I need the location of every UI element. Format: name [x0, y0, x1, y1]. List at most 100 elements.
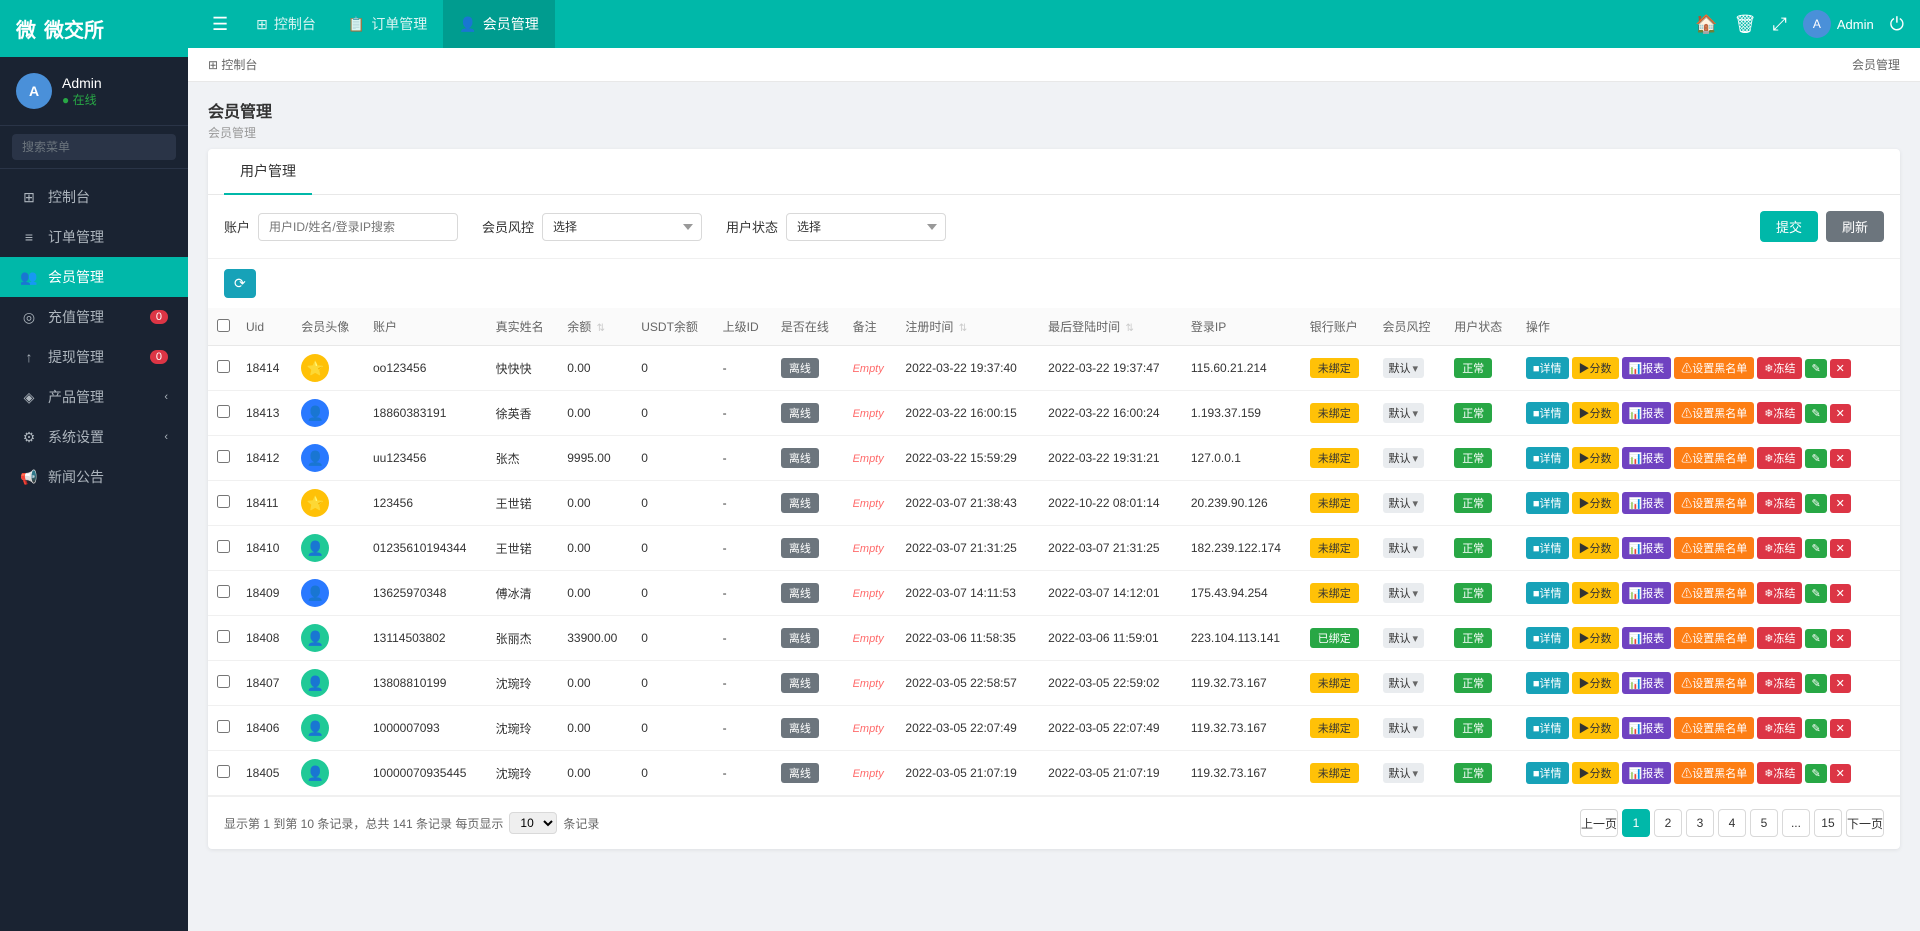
blacklist-button[interactable]: ⚠设置黑名单: [1674, 762, 1754, 784]
level-select[interactable]: 默认 ▾: [1383, 403, 1425, 423]
sidebar-item-orders[interactable]: ≡ 订单管理: [0, 217, 188, 257]
level-select[interactable]: 默认 ▾: [1383, 763, 1425, 783]
level-select[interactable]: 默认 ▾: [1383, 673, 1425, 693]
detail-button[interactable]: ■详情: [1526, 627, 1569, 649]
score-button[interactable]: ▶分数: [1572, 627, 1619, 649]
edit-button[interactable]: ✎: [1805, 584, 1826, 603]
report-button[interactable]: 📊报表: [1622, 762, 1672, 784]
page-size-select[interactable]: 10 20 50: [509, 812, 557, 834]
sync-button[interactable]: ⟳: [224, 269, 256, 298]
blacklist-button[interactable]: ⚠设置黑名单: [1674, 717, 1754, 739]
row-checkbox[interactable]: [217, 405, 230, 418]
blacklist-button[interactable]: ⚠设置黑名单: [1674, 492, 1754, 514]
edit-button[interactable]: ✎: [1805, 674, 1826, 693]
level-select[interactable]: 默认 ▾: [1383, 538, 1425, 558]
topbar-nav-orders[interactable]: 📋 订单管理: [332, 0, 443, 48]
freeze-button[interactable]: ❄冻结: [1757, 717, 1802, 739]
sidebar-item-recharge[interactable]: ◎ 充值管理 0: [0, 297, 188, 337]
account-search-input[interactable]: [258, 213, 458, 241]
submit-button[interactable]: 提交: [1760, 211, 1818, 242]
score-button[interactable]: ▶分数: [1572, 492, 1619, 514]
row-checkbox[interactable]: [217, 540, 230, 553]
sidebar-item-members[interactable]: 👥 会员管理: [0, 257, 188, 297]
row-checkbox[interactable]: [217, 495, 230, 508]
edit-button[interactable]: ✎: [1805, 404, 1826, 423]
score-button[interactable]: ▶分数: [1572, 672, 1619, 694]
next-page-button[interactable]: 下一页: [1846, 809, 1884, 837]
level-select[interactable]: 默认 ▾: [1383, 583, 1425, 603]
report-button[interactable]: 📊报表: [1622, 672, 1672, 694]
member-level-select[interactable]: 选择: [542, 213, 702, 241]
sidebar-item-dashboard[interactable]: ⊞ 控制台: [0, 177, 188, 217]
score-button[interactable]: ▶分数: [1572, 582, 1619, 604]
logout-icon[interactable]: ⏻: [1890, 14, 1904, 35]
row-checkbox[interactable]: [217, 675, 230, 688]
freeze-button[interactable]: ❄冻结: [1757, 582, 1802, 604]
detail-button[interactable]: ■详情: [1526, 717, 1569, 739]
search-input[interactable]: [12, 134, 176, 160]
level-select[interactable]: 默认 ▾: [1383, 628, 1425, 648]
blacklist-button[interactable]: ⚠设置黑名单: [1674, 402, 1754, 424]
delete-button[interactable]: ✕: [1830, 629, 1851, 648]
prev-page-button[interactable]: 上一页: [1580, 809, 1618, 837]
detail-button[interactable]: ■详情: [1526, 402, 1569, 424]
report-button[interactable]: 📊报表: [1622, 627, 1672, 649]
report-button[interactable]: 📊报表: [1622, 402, 1672, 424]
row-checkbox[interactable]: [217, 630, 230, 643]
report-button[interactable]: 📊报表: [1622, 582, 1672, 604]
user-status-select[interactable]: 选择: [786, 213, 946, 241]
report-button[interactable]: 📊报表: [1622, 717, 1672, 739]
row-checkbox[interactable]: [217, 450, 230, 463]
edit-button[interactable]: ✎: [1805, 494, 1826, 513]
blacklist-button[interactable]: ⚠设置黑名单: [1674, 582, 1754, 604]
sidebar-item-settings[interactable]: ⚙ 系统设置 ‹: [0, 417, 188, 457]
blacklist-button[interactable]: ⚠设置黑名单: [1674, 537, 1754, 559]
page-3-button[interactable]: 3: [1686, 809, 1714, 837]
sidebar-item-withdraw[interactable]: ↑ 提现管理 0: [0, 337, 188, 377]
delete-button[interactable]: ✕: [1830, 764, 1851, 783]
delete-button[interactable]: ✕: [1830, 449, 1851, 468]
score-button[interactable]: ▶分数: [1572, 717, 1619, 739]
delete-button[interactable]: ✕: [1830, 539, 1851, 558]
blacklist-button[interactable]: ⚠设置黑名单: [1674, 447, 1754, 469]
level-select[interactable]: 默认 ▾: [1383, 448, 1425, 468]
report-button[interactable]: 📊报表: [1622, 537, 1672, 559]
page-1-button[interactable]: 1: [1622, 809, 1650, 837]
page-4-button[interactable]: 4: [1718, 809, 1746, 837]
select-all-checkbox[interactable]: [217, 319, 230, 332]
sidebar-search-section[interactable]: [0, 126, 188, 169]
report-button[interactable]: 📊报表: [1622, 492, 1672, 514]
edit-button[interactable]: ✎: [1805, 359, 1826, 378]
menu-toggle-icon[interactable]: ☰: [204, 6, 236, 43]
score-button[interactable]: ▶分数: [1572, 762, 1619, 784]
delete-button[interactable]: ✕: [1830, 494, 1851, 513]
detail-button[interactable]: ■详情: [1526, 447, 1569, 469]
sidebar-item-products[interactable]: ◈ 产品管理 ‹: [0, 377, 188, 417]
expand-icon[interactable]: ⤢: [1772, 14, 1786, 35]
trash-icon[interactable]: 🗑: [1734, 14, 1757, 35]
score-button[interactable]: ▶分数: [1572, 447, 1619, 469]
detail-button[interactable]: ■详情: [1526, 672, 1569, 694]
edit-button[interactable]: ✎: [1805, 629, 1826, 648]
freeze-button[interactable]: ❄冻结: [1757, 762, 1802, 784]
row-checkbox[interactable]: [217, 585, 230, 598]
freeze-button[interactable]: ❄冻结: [1757, 492, 1802, 514]
refresh-button[interactable]: 刷新: [1826, 211, 1884, 242]
sidebar-item-news[interactable]: 📢 新闻公告: [0, 457, 188, 497]
topbar-user[interactable]: A Admin: [1803, 10, 1874, 38]
freeze-button[interactable]: ❄冻结: [1757, 672, 1802, 694]
edit-button[interactable]: ✎: [1805, 719, 1826, 738]
freeze-button[interactable]: ❄冻结: [1757, 402, 1802, 424]
report-button[interactable]: 📊报表: [1622, 447, 1672, 469]
detail-button[interactable]: ■详情: [1526, 537, 1569, 559]
score-button[interactable]: ▶分数: [1572, 537, 1619, 559]
delete-button[interactable]: ✕: [1830, 584, 1851, 603]
edit-button[interactable]: ✎: [1805, 449, 1826, 468]
tab-user-management[interactable]: 用户管理: [224, 149, 312, 195]
score-button[interactable]: ▶分数: [1572, 357, 1619, 379]
delete-button[interactable]: ✕: [1830, 719, 1851, 738]
freeze-button[interactable]: ❄冻结: [1757, 447, 1802, 469]
level-select[interactable]: 默认 ▾: [1383, 358, 1425, 378]
level-select[interactable]: 默认 ▾: [1383, 493, 1425, 513]
score-button[interactable]: ▶分数: [1572, 402, 1619, 424]
